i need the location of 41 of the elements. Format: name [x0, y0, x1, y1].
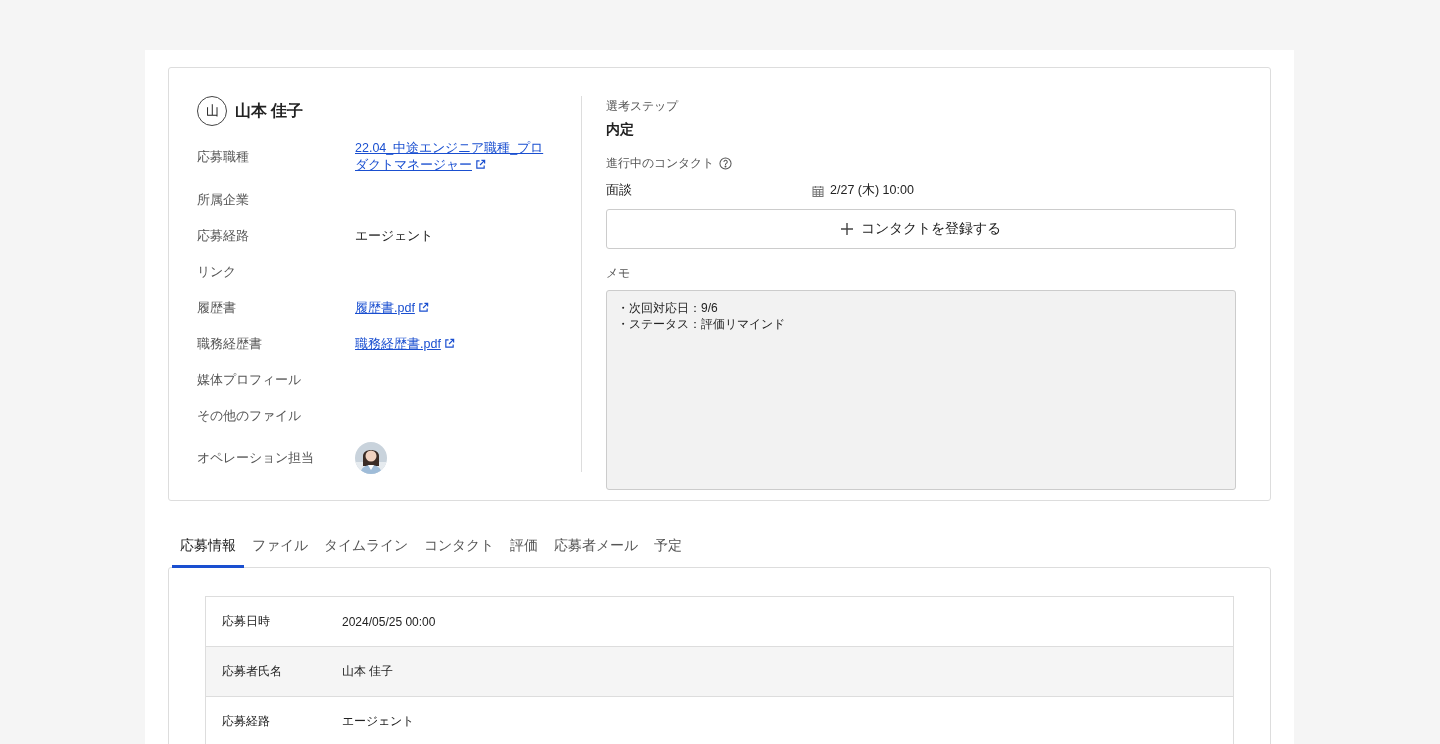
candidate-name: 山本 佳子 — [235, 100, 304, 121]
memo-field[interactable]: ・次回対応日：9/6 ・ステータス：評価リマインド — [606, 290, 1236, 490]
contact-datetime: 2/27 (木) 10:00 — [830, 182, 914, 199]
field-label: 応募職種 — [197, 148, 250, 166]
field-label: 媒体プロフィール — [197, 371, 302, 389]
tab[interactable]: 評価 — [502, 533, 546, 568]
table-cell: 山本 佳子 — [326, 646, 1234, 697]
field-label: 応募経路 — [197, 227, 250, 245]
external-link-icon — [417, 301, 429, 313]
file-link[interactable]: 履歴書.pdf — [355, 299, 555, 317]
field-label: 所属企業 — [197, 191, 250, 209]
add-contact-button[interactable]: コンタクトを登録する — [606, 209, 1236, 249]
step-value: 内定 — [606, 121, 635, 139]
tab[interactable]: コンタクト — [416, 533, 502, 568]
external-link-icon — [475, 159, 486, 170]
table-cell: 応募日時 — [205, 596, 326, 647]
field-label: その他のファイル — [197, 407, 302, 425]
tab[interactable]: タイムライン — [316, 533, 416, 568]
table-cell: 応募経路 — [205, 696, 326, 744]
help-icon[interactable] — [719, 157, 732, 170]
field-label: リンク — [197, 263, 237, 281]
field-label: 職務経歴書 — [197, 335, 263, 353]
plus-icon — [841, 223, 853, 235]
field-label: オペレーション担当 — [197, 449, 315, 467]
tab[interactable]: 予定 — [646, 533, 690, 568]
field-label: 履歴書 — [197, 299, 237, 317]
field-value: エージェント — [355, 227, 434, 245]
external-link-icon — [443, 337, 455, 349]
field-label: 進行中のコンタクト — [606, 155, 714, 172]
field-label: 選考ステップ — [606, 98, 678, 115]
file-link[interactable]: 職務経歴書.pdf — [355, 335, 555, 353]
contact-type: 面談 — [606, 182, 633, 199]
table-cell: 2024/05/25 00:00 — [326, 596, 1234, 647]
table-cell: 応募者氏名 — [205, 646, 326, 697]
field-label: メモ — [606, 265, 630, 282]
file-link[interactable]: 22.04_中途エンジニア職種_プロダクトマネージャー — [355, 140, 555, 174]
tab[interactable]: ファイル — [244, 533, 316, 568]
tab[interactable]: 応募情報 — [172, 533, 244, 568]
calendar-icon — [812, 184, 824, 197]
table-cell: エージェント — [326, 696, 1234, 744]
tab[interactable]: 応募者メール — [546, 533, 646, 568]
